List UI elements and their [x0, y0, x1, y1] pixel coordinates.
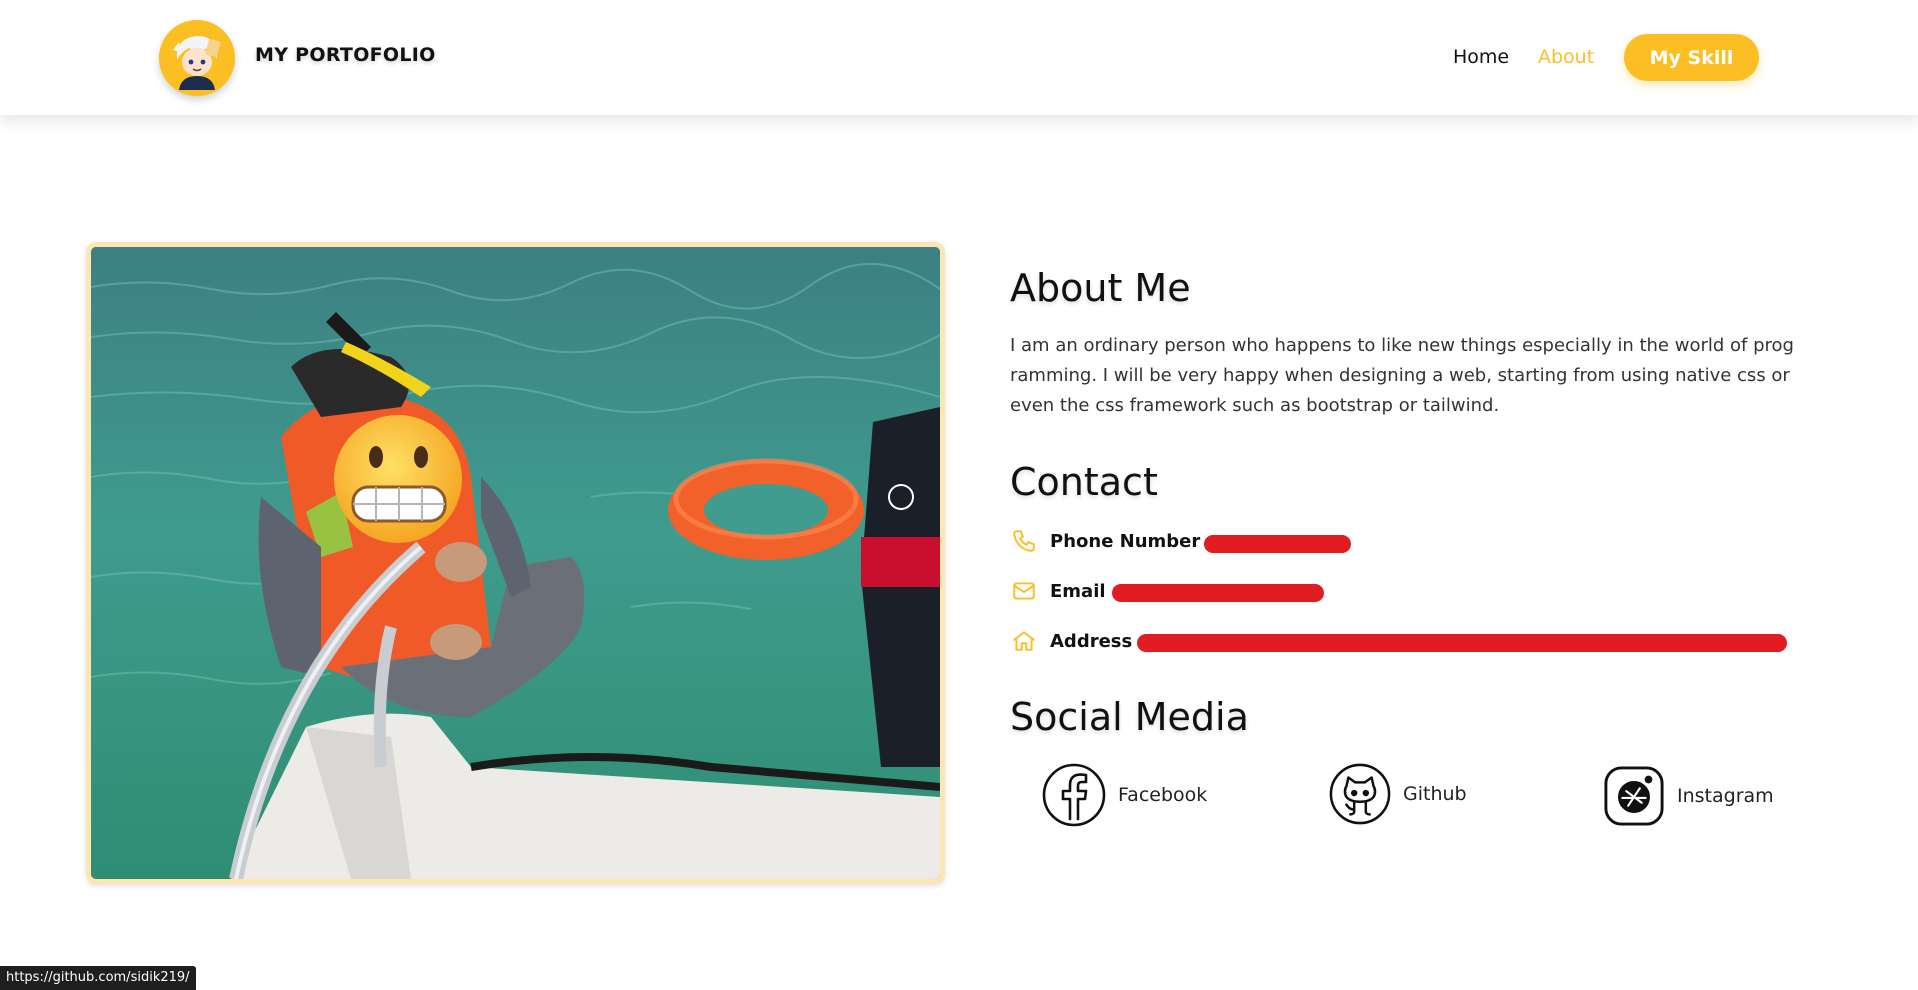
facebook-icon	[1042, 763, 1106, 827]
about-description: I am an ordinary person who happens to l…	[1010, 335, 1794, 416]
instagram-link[interactable]: Instagram	[1603, 765, 1774, 827]
facebook-link[interactable]: Facebook	[1042, 763, 1207, 827]
home-icon	[1010, 627, 1038, 655]
nav-my-skill-button[interactable]: My Skill	[1624, 34, 1759, 81]
logo-avatar-icon[interactable]	[159, 20, 235, 96]
contact-heading: Contact	[1010, 460, 1158, 504]
github-link[interactable]: Github	[1329, 763, 1467, 825]
brand-title: MY PORTOFOLIO	[255, 44, 436, 66]
instagram-icon	[1603, 765, 1665, 827]
instagram-label: Instagram	[1677, 785, 1774, 807]
contact-address-row: Address :	[1010, 626, 1146, 656]
github-label: Github	[1403, 783, 1467, 805]
profile-photo	[86, 242, 945, 884]
contact-email-row: Email :	[1010, 576, 1119, 606]
email-label: Email :	[1050, 580, 1120, 602]
facebook-label: Facebook	[1118, 784, 1208, 806]
email-value-redacted	[1112, 584, 1324, 602]
phone-label: Phone Number :	[1050, 530, 1214, 552]
address-label: Address :	[1050, 630, 1146, 652]
status-bar-url: https://github.com/sidik219/	[0, 966, 196, 990]
phone-value-redacted	[1204, 535, 1351, 553]
about-heading: About Me	[1010, 266, 1191, 310]
phone-icon	[1010, 527, 1038, 555]
navbar: MY PORTOFOLIO Home About My Skill	[0, 0, 1918, 115]
nav-home-link[interactable]: Home	[1453, 46, 1509, 68]
mail-icon	[1010, 577, 1038, 605]
nav-about-link[interactable]: About	[1538, 46, 1594, 68]
social-media-heading: Social Media	[1010, 695, 1249, 739]
contact-phone-row: Phone Number :	[1010, 526, 1214, 556]
address-value-redacted	[1137, 634, 1787, 652]
github-icon	[1329, 763, 1391, 825]
